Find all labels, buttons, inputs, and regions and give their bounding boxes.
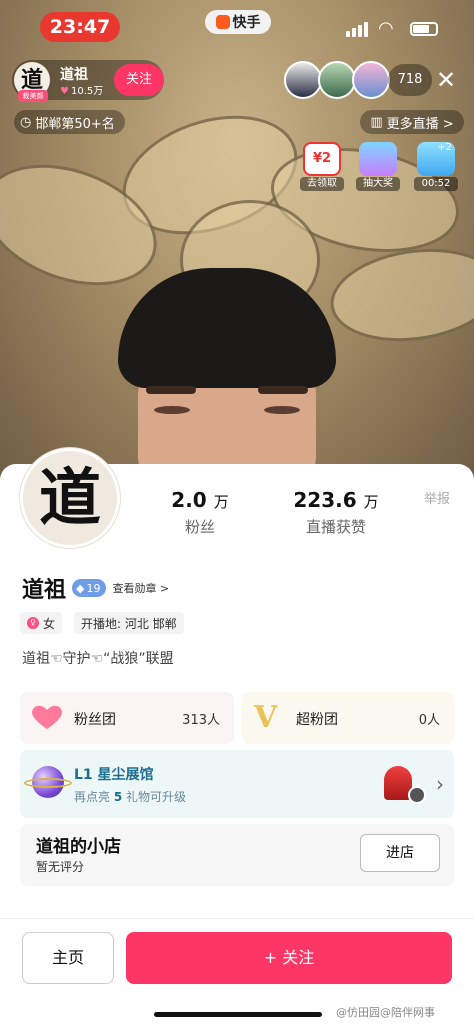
more-live-label: 更多直播 >	[386, 116, 454, 132]
clock-icon: ◷	[20, 114, 32, 130]
report-link[interactable]: 举报	[424, 488, 450, 507]
red-packet-icon: ¥2	[303, 142, 341, 176]
planet-ring	[24, 778, 72, 788]
more-live-button[interactable]: ▥ 更多直播 >	[360, 110, 464, 134]
fans-stat[interactable]: 2.0 万 粉丝	[160, 488, 240, 537]
view-medals-link[interactable]: 查看勋章 >	[112, 580, 169, 596]
enter-shop-button[interactable]: 进店	[360, 834, 440, 872]
host-tag-badge: 裁美颜	[18, 90, 48, 102]
chevron-right-icon: ›	[436, 772, 444, 796]
timer-reward-icon: +2	[417, 142, 455, 176]
host-likes-count: ♥ 10.5万	[60, 86, 104, 97]
streamer-figure	[118, 268, 336, 480]
hall-title: L1 星尘展馆	[74, 767, 154, 783]
level-badge[interactable]: ◆ 19	[72, 579, 107, 597]
status-bar: 23:47 快手 ◠	[0, 0, 474, 54]
female-icon: ♀	[27, 617, 39, 629]
fans-unit: 万	[213, 493, 229, 511]
battery-icon	[410, 22, 438, 36]
home-indicator[interactable]	[154, 1012, 322, 1017]
likes-label: 直播获赞	[305, 518, 366, 536]
super-fans-title: 超粉团	[296, 712, 338, 728]
shop-card[interactable]: 道祖的小店 暂无评分 进店	[20, 824, 454, 886]
lotus-petal	[324, 238, 474, 352]
super-fans-card[interactable]: V 超粉团 0人	[242, 692, 454, 744]
name-row: 道祖 ◆ 19 查看勋章 >	[22, 572, 169, 604]
city-rank-chip[interactable]: ◷ 邯郸第50+名	[14, 110, 125, 134]
shop-rating: 暂无评分	[36, 860, 85, 874]
cellular-signal-icon	[346, 22, 368, 37]
gender-tag: ♀ 女	[20, 612, 63, 634]
clock-time: 23:47	[40, 12, 120, 42]
host-name: 道祖	[60, 67, 88, 83]
likes-unit: 万	[363, 493, 379, 511]
fans-label: 粉丝	[184, 518, 215, 536]
profile-name: 道祖	[22, 578, 67, 603]
follow-button[interactable]: + 关注	[126, 932, 452, 984]
viewer-avatar[interactable]	[352, 61, 390, 99]
watermark: @仿田园@陪伴网事	[336, 1006, 435, 1019]
app-brand-pill[interactable]: 快手	[205, 10, 271, 34]
viewer-count[interactable]: 718	[388, 64, 432, 96]
likes-stat: 223.6 万 直播获赞	[288, 488, 384, 537]
v-icon: V	[254, 700, 278, 735]
follow-host-button[interactable]: 关注	[114, 64, 164, 96]
viewer-avatar[interactable]	[318, 61, 356, 99]
badge-label: 00:52	[414, 177, 458, 191]
home-button[interactable]: 主页	[22, 932, 114, 984]
stardust-hall-card[interactable]: L1 星尘展馆 再点亮 5 礼物可升级 ›	[20, 750, 454, 818]
city-rank-text: 邯郸第50+名	[35, 116, 115, 132]
fans-count: 2.0	[171, 488, 207, 512]
timer-badge[interactable]: +2 00:52	[414, 142, 458, 191]
close-icon[interactable]: ✕	[436, 66, 456, 94]
gender-label: 女	[43, 616, 56, 631]
lottery-badge[interactable]: 抽大奖	[356, 142, 400, 191]
wifi-icon: ◠	[378, 18, 394, 39]
fans-club-card[interactable]: 粉丝团 313人	[20, 692, 234, 744]
location-tag: 开播地: 河北 邯郸	[74, 612, 184, 634]
red-packet-badge[interactable]: ¥2 去领取	[300, 142, 344, 191]
gift-box-icon	[359, 142, 397, 176]
mini-avatar	[408, 786, 426, 804]
heart-icon: ♥	[60, 86, 69, 97]
bar-chart-icon: ▥	[370, 114, 383, 130]
kuaishou-logo-icon	[215, 15, 230, 29]
profile-sheet: 道 2.0 万 粉丝 223.6 万 直播获赞 举报 道祖 ◆ 19 查看勋章 >…	[0, 448, 474, 1026]
viewer-avatar[interactable]	[284, 61, 322, 99]
level-icon: ◆	[76, 581, 85, 595]
app-brand-label: 快手	[232, 15, 261, 31]
fans-club-count: 313人	[182, 713, 220, 728]
super-fans-count: 0人	[418, 713, 440, 728]
fans-club-title: 粉丝团	[74, 712, 116, 728]
likes-count: 223.6	[293, 488, 357, 512]
profile-signature: 道祖☜守护☜“战狼”联盟	[22, 651, 174, 667]
badge-label: 抽大奖	[356, 177, 400, 191]
shop-title: 道祖的小店	[36, 837, 121, 857]
hall-subtitle: 再点亮 5 礼物可升级	[74, 790, 187, 804]
badge-label: 去领取	[300, 177, 344, 191]
profile-avatar[interactable]: 道	[20, 448, 120, 548]
heart-icon	[32, 705, 62, 729]
divider	[0, 918, 474, 919]
